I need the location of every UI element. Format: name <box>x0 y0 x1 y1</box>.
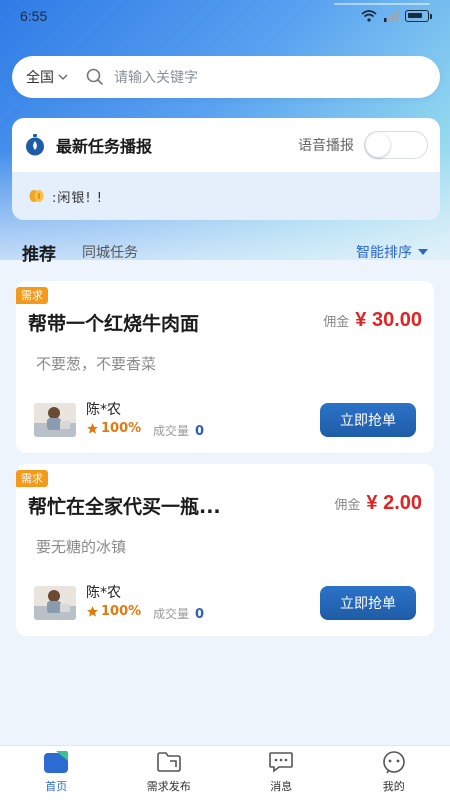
commission: 佣金 ¥ 30.00 <box>323 309 422 332</box>
nav-messages-label: 消息 <box>270 780 293 793</box>
star-icon <box>87 606 98 617</box>
task-title: 帮带一个红烧牛肉面 <box>28 313 200 335</box>
status-time: 6:55 <box>20 8 48 24</box>
deal-volume-label: 成交量 <box>153 424 190 438</box>
home-icon <box>42 749 70 775</box>
user-rating: 100% <box>86 604 141 619</box>
sort-label: 智能排序 <box>356 245 412 261</box>
status-indicator-line <box>334 3 430 5</box>
deal-volume-label: 成交量 <box>153 607 190 621</box>
nav-publish[interactable]: 需求发布 <box>113 746 226 800</box>
tab-recommended[interactable]: 推荐 <box>22 240 56 265</box>
avatar <box>34 586 76 620</box>
nav-messages[interactable]: 消息 <box>225 746 338 800</box>
user-rating: 100% <box>86 421 141 436</box>
demand-tag: 需求 <box>16 287 48 304</box>
folder-icon <box>156 749 182 775</box>
wifi-icon <box>361 10 377 22</box>
grab-order-button[interactable]: 立即抢单 <box>320 586 416 620</box>
toggle-knob <box>366 133 390 157</box>
nav-home[interactable]: 首页 <box>0 746 113 800</box>
caret-down-icon <box>418 249 428 255</box>
signal-icon <box>384 10 399 22</box>
demand-tag: 需求 <box>16 470 48 487</box>
task-card[interactable]: 需求 帮带一个红烧牛肉面 佣金 ¥ 30.00 不要葱，不要香菜 陈*农 100… <box>16 281 434 453</box>
nav-profile-label: 我的 <box>382 780 405 793</box>
task-description: 要无糖的冰镇 <box>36 538 127 556</box>
avatar <box>34 403 76 437</box>
region-selector[interactable]: 全国 <box>26 67 68 87</box>
nav-home-label: 首页 <box>45 780 68 793</box>
commission-price: ¥ 2.00 <box>366 492 422 514</box>
deal-volume: 成交量 0 <box>153 605 204 622</box>
voice-broadcast-toggle[interactable] <box>364 131 428 159</box>
deal-volume: 成交量 0 <box>153 422 204 439</box>
region-label: 全国 <box>26 70 54 86</box>
star-icon <box>87 423 98 434</box>
grab-order-button[interactable]: 立即抢单 <box>320 403 416 437</box>
battery-icon <box>405 10 429 22</box>
coins-icon <box>28 188 46 204</box>
broadcast-ticker: :闲银! ! <box>12 172 440 220</box>
commission: 佣金 ¥ 2.00 <box>334 492 422 515</box>
status-icons <box>361 10 432 22</box>
user-name: 陈*农 <box>86 585 121 601</box>
task-description: 不要葱，不要香菜 <box>36 355 157 373</box>
search-input[interactable]: 请输入关键字 <box>114 67 198 87</box>
rating-value: 100% <box>101 421 142 436</box>
task-title: 帮忙在全家代买一瓶... <box>28 496 221 518</box>
task-card[interactable]: 需求 帮忙在全家代买一瓶... 佣金 ¥ 2.00 要无糖的冰镇 陈*农 100… <box>16 464 434 636</box>
nav-profile[interactable]: 我的 <box>338 746 450 800</box>
broadcast-ticker-text: :闲银! ! <box>52 190 103 206</box>
commission-label: 佣金 <box>323 315 350 330</box>
nav-publish-label: 需求发布 <box>146 780 191 793</box>
commission-label: 佣金 <box>334 498 361 513</box>
chevron-down-icon <box>58 74 68 80</box>
profile-icon <box>381 749 407 775</box>
task-broadcast-card: 最新任务播报 语音播报 :闲银! ! <box>12 118 440 220</box>
sort-selector[interactable]: 智能排序 <box>356 242 428 262</box>
battery-tip <box>430 13 432 19</box>
rating-value: 100% <box>101 604 142 619</box>
broadcast-header: 最新任务播报 语音播报 <box>12 118 440 172</box>
search-icon[interactable] <box>86 68 104 86</box>
user-name: 陈*农 <box>86 402 121 418</box>
bottom-navigation: 首页 需求发布 消息 我的 <box>0 745 450 800</box>
commission-price: ¥ 30.00 <box>355 309 422 331</box>
deal-volume-count: 0 <box>195 607 205 622</box>
voice-broadcast-label: 语音播报 <box>298 138 354 154</box>
tab-local-tasks[interactable]: 同城任务 <box>82 242 138 262</box>
task-tabs: 推荐 同城任务 智能排序 <box>0 236 450 268</box>
search-bar: 全国 请输入关键字 <box>12 56 440 98</box>
status-bar: 6:55 <box>0 0 450 32</box>
stopwatch-icon <box>26 134 44 156</box>
deal-volume-count: 0 <box>195 424 205 439</box>
message-icon <box>268 749 294 775</box>
broadcast-title: 最新任务播报 <box>56 137 153 156</box>
